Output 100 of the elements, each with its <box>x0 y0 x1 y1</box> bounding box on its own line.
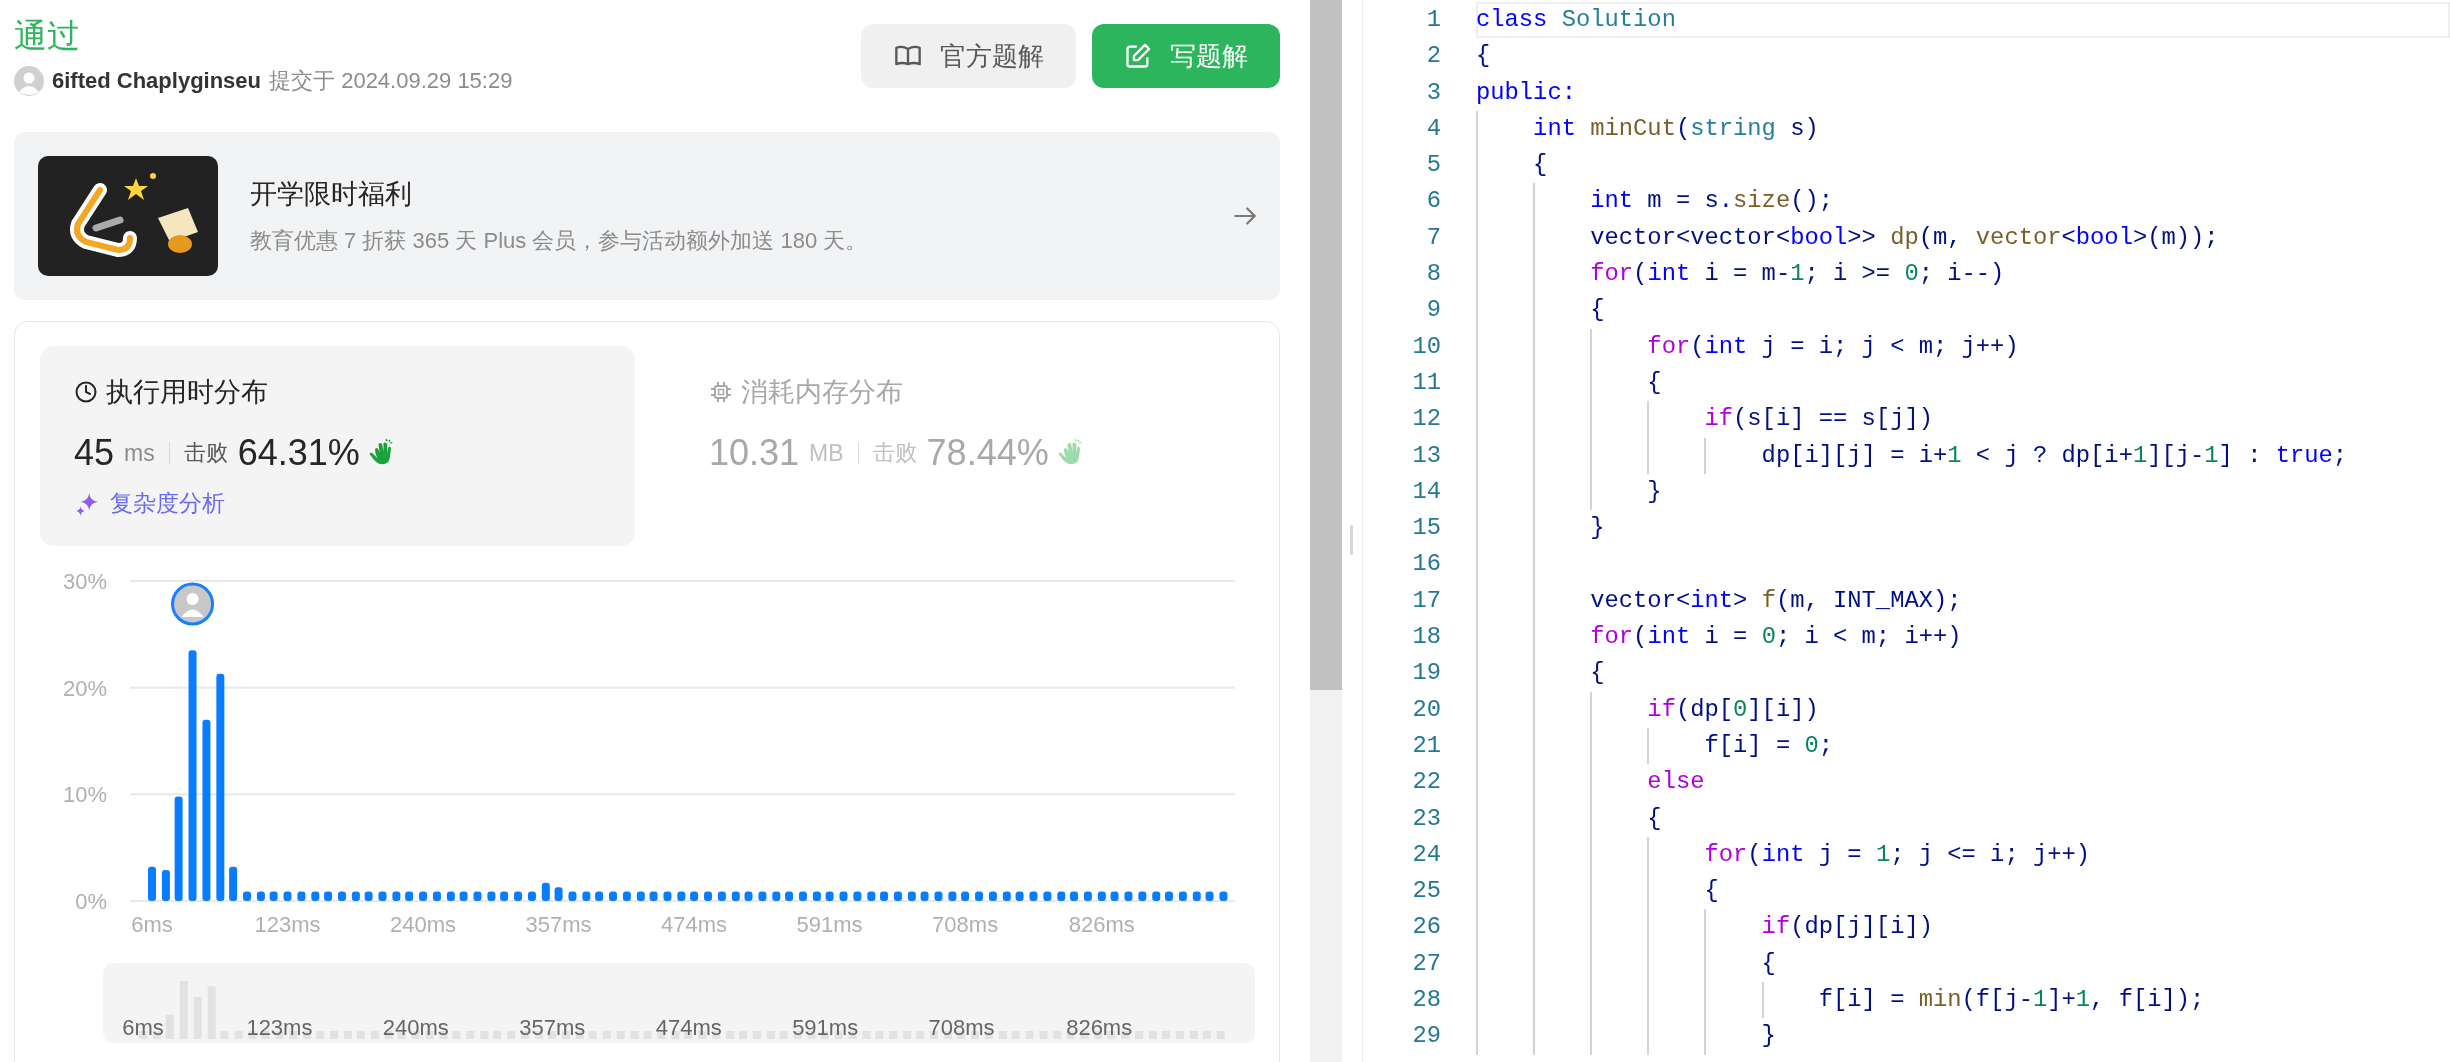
official-solution-button[interactable]: 官方题解 <box>861 24 1076 88</box>
histogram-bar[interactable] <box>636 891 645 901</box>
overview-panel[interactable]: 6ms 123ms 240ms 357ms 474ms 591ms 708ms 826ms <box>103 963 1255 1043</box>
histogram-bar[interactable] <box>1192 891 1201 901</box>
histogram-bar[interactable] <box>948 891 957 901</box>
histogram-bar[interactable] <box>541 882 550 901</box>
histogram-bar[interactable] <box>364 891 373 901</box>
histogram-bar[interactable] <box>867 891 876 901</box>
scroll-thumb[interactable] <box>1310 0 1342 690</box>
histogram-bar[interactable] <box>853 891 862 901</box>
histogram-bar[interactable] <box>1057 891 1066 901</box>
clock-icon <box>74 380 98 404</box>
histogram-bar[interactable] <box>1152 891 1161 901</box>
histogram-bar[interactable] <box>188 650 197 901</box>
histogram-bar[interactable] <box>500 891 509 901</box>
y-tick-label: 20% <box>62 675 107 701</box>
x-tick-label: 357ms <box>525 912 592 937</box>
histogram-bar[interactable] <box>1070 891 1078 901</box>
histogram-bar[interactable] <box>459 891 468 901</box>
x-tick-label: 826ms <box>1068 912 1135 937</box>
histogram-bar[interactable] <box>758 891 767 901</box>
stat-unit: ms <box>124 439 155 467</box>
histogram-bar[interactable] <box>772 891 781 901</box>
result-status: 通过 <box>14 16 81 56</box>
histogram-bar[interactable] <box>825 891 834 901</box>
histogram-bar[interactable] <box>1110 891 1119 901</box>
line-number: 22 <box>1411 767 1441 798</box>
histogram-bar[interactable] <box>1029 891 1038 901</box>
stat-value: 45 <box>74 432 115 474</box>
histogram-bar[interactable] <box>324 891 333 901</box>
histogram-bar[interactable] <box>880 891 889 901</box>
histogram-bar[interactable] <box>283 891 292 901</box>
histogram-bar[interactable] <box>392 891 401 901</box>
histogram-bar[interactable] <box>704 891 712 901</box>
histogram-bar[interactable] <box>432 891 441 901</box>
histogram-bar[interactable] <box>582 891 591 901</box>
histogram-bar[interactable] <box>554 887 563 901</box>
histogram-bar[interactable] <box>311 891 320 901</box>
histogram-bar[interactable] <box>256 891 265 901</box>
histogram-bar[interactable] <box>1124 891 1133 901</box>
histogram-bar[interactable] <box>1097 891 1106 901</box>
histogram-bar[interactable] <box>744 891 753 901</box>
histogram-bar[interactable] <box>920 891 929 901</box>
histogram-bar[interactable] <box>148 866 156 901</box>
complexity-link[interactable]: 复杂度分析 <box>110 488 225 519</box>
histogram-bar[interactable] <box>243 891 251 901</box>
user-avatar-marker <box>171 582 215 626</box>
histogram-bar[interactable] <box>893 891 902 901</box>
user-name[interactable]: 6ifted Chaplyginseu <box>52 68 262 94</box>
histogram-bar[interactable] <box>988 891 997 901</box>
histogram-bar[interactable] <box>812 891 821 901</box>
histogram-bar[interactable] <box>1002 891 1011 901</box>
histogram-bar[interactable] <box>1165 891 1173 901</box>
histogram-bar[interactable] <box>419 891 428 901</box>
histogram-bar[interactable] <box>961 891 970 901</box>
histogram-bar[interactable] <box>1178 891 1187 901</box>
histogram-bar[interactable] <box>1083 891 1092 901</box>
histogram-bar[interactable] <box>622 891 631 901</box>
histogram-bar[interactable] <box>798 891 807 901</box>
histogram-bar[interactable] <box>907 891 916 901</box>
histogram-bar[interactable] <box>337 891 346 901</box>
histogram-bar[interactable] <box>1043 891 1052 901</box>
code-line: } <box>1646 476 1662 507</box>
histogram-bar[interactable] <box>568 891 577 901</box>
histogram-bar[interactable] <box>839 891 848 901</box>
histogram-bar[interactable] <box>975 891 983 901</box>
histogram-bar[interactable] <box>527 891 536 901</box>
histogram-bar[interactable] <box>785 891 794 901</box>
histogram-bar[interactable] <box>269 891 278 901</box>
histogram-bar[interactable] <box>446 891 455 901</box>
histogram-bar[interactable] <box>174 796 183 901</box>
promo-banner[interactable]: 开学限时福利 教育优惠 7 折获 365 天 Plus 会员，参与活动额外加送 180 天。 <box>14 132 1280 300</box>
histogram-bar[interactable] <box>1219 891 1228 901</box>
histogram-bar[interactable] <box>595 891 604 901</box>
histogram-bar[interactable] <box>690 891 699 901</box>
line-number: 19 <box>1411 658 1441 689</box>
histogram-bar[interactable] <box>229 866 238 901</box>
resize-handle[interactable] <box>1350 525 1353 555</box>
histogram-bar[interactable] <box>934 891 943 901</box>
histogram-bar[interactable] <box>1138 891 1147 901</box>
histogram-bar[interactable] <box>609 891 617 901</box>
histogram-bar[interactable] <box>663 891 672 901</box>
histogram-bar[interactable] <box>351 891 360 901</box>
histogram-bar[interactable] <box>1205 891 1214 901</box>
scrollbar[interactable] <box>1310 0 1342 1062</box>
histogram-bar[interactable] <box>405 891 414 901</box>
histogram-bar[interactable] <box>649 891 658 901</box>
histogram-bar[interactable] <box>731 891 740 901</box>
histogram-bar[interactable] <box>473 891 482 901</box>
histogram-bar[interactable] <box>1015 891 1024 901</box>
histogram-bar[interactable] <box>514 891 522 901</box>
histogram-bar[interactable] <box>216 673 225 901</box>
histogram-bar[interactable] <box>378 891 387 901</box>
stat-tab[interactable]: 执行用时分布 45 ms 击败 64.31% 复杂度分析 <box>40 346 635 546</box>
histogram-bar[interactable] <box>487 891 496 901</box>
histogram-bar[interactable] <box>202 719 211 901</box>
histogram-bar[interactable] <box>677 891 686 901</box>
histogram-bar[interactable] <box>161 870 170 901</box>
histogram-bar[interactable] <box>297 891 306 901</box>
histogram-bar[interactable] <box>717 891 726 901</box>
